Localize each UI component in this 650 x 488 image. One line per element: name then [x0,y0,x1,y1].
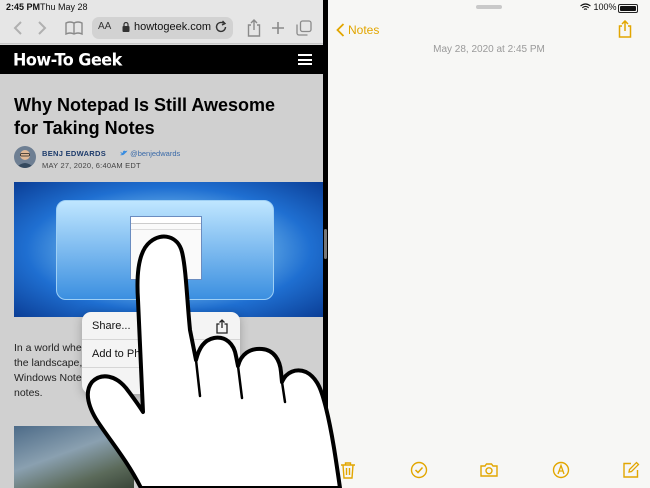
reload-icon[interactable] [214,20,228,37]
battery-icon [618,4,638,13]
wifi-icon [580,3,591,10]
share-icon[interactable] [244,18,264,38]
share-icon [216,319,228,337]
site-header: How-To Geek [0,45,323,74]
site-logo[interactable]: How-To Geek [13,50,122,70]
safari-window: 2:45 PM Thu May 28 AA howtogeek.com How-… [0,0,323,488]
article: Why Notepad Is Still Awesome for Taking … [0,74,323,488]
markup-icon[interactable] [552,461,570,479]
multitasking-grabber[interactable] [476,5,502,9]
status-indicators: 100% [580,2,617,12]
safari-toolbar: AA howtogeek.com [0,14,323,44]
avatar[interactable] [14,146,36,168]
compose-icon[interactable] [622,461,640,479]
menu-item-add-to-photos[interactable]: Add to Pho [82,340,240,368]
battery-percent: 100% [593,2,617,12]
tabs-overview-icon[interactable] [294,18,314,38]
article-thumbnail [14,426,134,488]
camera-icon[interactable] [480,461,498,479]
status-time: 2:45 PM [6,2,41,12]
article-headline: Why Notepad Is Still Awesome for Taking … [14,95,276,138]
notepad-window-illustration [130,216,202,280]
back-arrow-icon[interactable] [8,18,28,38]
trash-icon[interactable] [340,461,358,479]
publish-date: MAY 27, 2020, 6:40AM EDT [42,161,141,170]
author-name[interactable]: BENJ EDWARDS [42,149,106,158]
ipad-screen: 2:45 PM Thu May 28 AA howtogeek.com How-… [0,0,650,488]
menu-icon[interactable] [298,54,312,65]
notes-window: 100% Notes May 28, 2020 at 2:45 PM [328,0,650,488]
status-bar: 2:45 PM Thu May 28 [0,0,323,14]
twitter-icon [120,150,128,156]
note-date: May 28, 2020 at 2:45 PM [433,44,545,55]
text-size-button[interactable]: AA [98,21,111,32]
forward-arrow-icon[interactable] [32,18,52,38]
url-text: howtogeek.com [134,21,212,33]
context-menu: Share... Add to Pho [82,312,240,394]
lock-icon [122,21,130,35]
twitter-handle[interactable]: @benjedwards [120,149,180,158]
status-date: Thu May 28 [40,2,88,12]
split-view-handle[interactable] [324,229,327,259]
address-bar[interactable]: AA howtogeek.com [92,17,233,39]
menu-item-share[interactable]: Share... [82,312,240,340]
share-icon[interactable] [618,19,632,43]
hero-image [14,182,323,317]
checklist-icon[interactable] [410,461,428,479]
bookmarks-icon[interactable] [64,18,84,38]
new-tab-icon[interactable] [268,18,288,38]
chevron-left-icon [336,23,345,37]
